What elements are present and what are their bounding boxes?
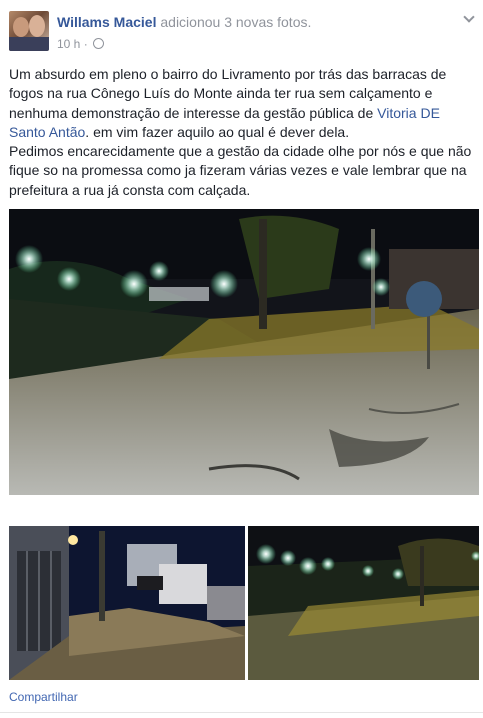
post-paragraph-2: Pedimos encarecidamente que a gestão da …: [9, 143, 472, 198]
post-time[interactable]: 10 h: [57, 37, 80, 51]
night-street-scene-right: [248, 526, 479, 680]
night-street-photo-main[interactable]: [9, 209, 479, 495]
post-paragraph-1: Um absurdo em pleno o bairro do Livramen…: [9, 65, 475, 142]
chevron-down-icon[interactable]: [462, 12, 476, 26]
post-action: adicionou 3 novas fotos.: [160, 14, 312, 30]
night-street-scene-main: [9, 209, 479, 495]
night-street-photo-left[interactable]: [9, 526, 245, 680]
post-meta: 10 h ·: [57, 37, 105, 51]
post-header: Willams Maciel adicionou 3 novas fotos.: [57, 14, 311, 30]
facebook-post: Willams Maciel adicionou 3 novas fotos. …: [0, 0, 483, 718]
author-avatar[interactable]: [9, 11, 49, 51]
author-name[interactable]: Willams Maciel: [57, 14, 156, 30]
share-link[interactable]: Compartilhar: [9, 690, 78, 704]
globe-icon: [93, 38, 105, 49]
night-street-photo-right[interactable]: [248, 526, 479, 680]
night-street-scene-left: [9, 526, 245, 680]
meta-separator: ·: [83, 37, 88, 51]
post-text: Um absurdo em pleno o bairro do Livramen…: [9, 65, 475, 200]
divider: [0, 712, 483, 713]
paragraph-1-tail: . em vim fazer aquilo ao qual é dever de…: [85, 123, 350, 140]
